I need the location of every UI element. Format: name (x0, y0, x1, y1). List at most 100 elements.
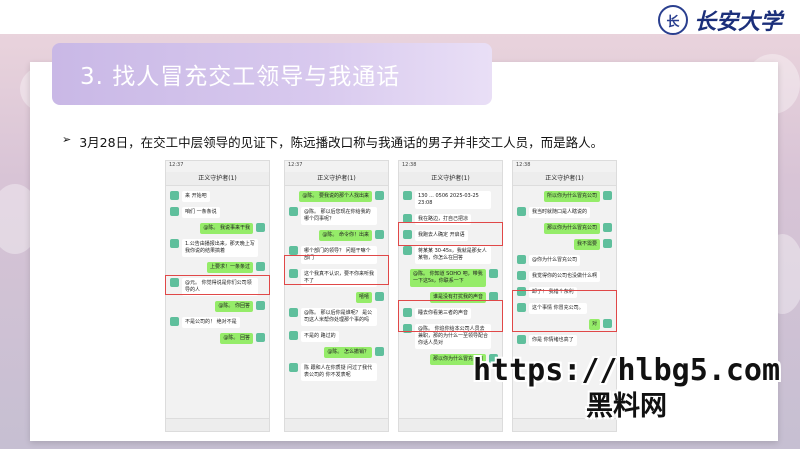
message-bubble: 不是的 路过的 (301, 331, 339, 342)
slide-title: 3. 找人冒充交工领导与我通话 (80, 64, 401, 90)
chat-message: @陈。 要我说的那个人找出来 (289, 191, 384, 202)
status-time: 12:37 (288, 162, 303, 168)
chat-screenshot: 12:37 正义守护者(1) @陈。 要我说的那个人找出来 @陈。 那以后您现在你给我… (284, 160, 389, 432)
avatar (170, 207, 179, 216)
chat-title: 正义守护者(1) (513, 172, 616, 186)
chat-message: 所以你为什么冒充公司 (517, 191, 612, 202)
header-bar: 长 长安大学 (0, 0, 800, 36)
university-seal-icon: 长 (657, 5, 688, 35)
message-bubble: 上要求！一条条过 (206, 262, 253, 273)
chat-title: 正义守护者(1) (166, 172, 269, 186)
avatar (170, 239, 179, 248)
highlight-box (284, 255, 389, 285)
avatar (289, 207, 298, 216)
message-bubble: @陈。 那以后您现在你给我的哪个同事呢？ (301, 207, 377, 225)
avatar (489, 269, 498, 278)
message-bubble: @陈。 回答 (220, 333, 253, 344)
message-bubble: 蒋某某 30-45s，我就是那女人某物，你怎么在回答 (415, 246, 491, 264)
message-bubble: 陈 跟和人在你质疑 问过了我代表公司的 你不发表呢 (301, 363, 377, 381)
chat-message: 你是 你情绪也高了 (517, 335, 612, 346)
avatar (170, 191, 179, 200)
chat-message: 不是的 路过的 (289, 331, 384, 342)
highlight-box (398, 222, 503, 246)
chat-message: @陈。 那以后您现在你给我的哪个同事呢？ (289, 207, 384, 225)
message-bubble: 那以你为什么冒充公司 (543, 223, 600, 234)
avatar (375, 191, 384, 200)
avatar (170, 317, 179, 326)
avatar (517, 335, 526, 344)
avatar (403, 246, 412, 255)
chat-title: 正义守护者(1) (285, 172, 388, 186)
message-bubble: 来 开始吧 (182, 191, 210, 202)
message-bubble: @陈。 怎么撤销？ (324, 347, 372, 358)
avatar (289, 308, 298, 317)
status-bar: 12:38 (513, 161, 616, 172)
highlight-box (512, 290, 617, 332)
avatar (517, 207, 526, 216)
message-bubble: @陈。 我说事来干我 (200, 223, 253, 234)
chat-message: @你为什么冒充公司 (517, 255, 612, 266)
chat-message: @陈。 回答 (170, 333, 265, 344)
message-bubble: 咱们 一条条说 (182, 207, 220, 218)
avatar (289, 331, 298, 340)
avatar (375, 347, 384, 356)
chat-input-bar (166, 418, 269, 431)
avatar (603, 223, 612, 232)
slide-title-banner: 3. 找人冒充交工领导与我通话 (52, 43, 492, 105)
avatar (603, 239, 612, 248)
message-bubble: 嘻嘻 (355, 292, 372, 303)
avatar (289, 363, 298, 372)
message-bubble: 所以你为什么冒充公司 (543, 191, 600, 202)
message-bubble: @陈。 要我说的那个人找出来 (299, 191, 372, 202)
avatar (403, 191, 412, 200)
chat-message: 咱们 一条条说 (170, 207, 265, 218)
status-bar: 12:37 (285, 161, 388, 172)
avatar (517, 255, 526, 264)
chat-message: @陈。 命令你！出来 (289, 230, 384, 241)
watermark: https://hlbg5.com 黑料网 (473, 353, 780, 423)
university-name: 长安大学 (693, 9, 782, 35)
status-time: 12:37 (169, 162, 184, 168)
bullet-arrow-icon: ➢ (62, 133, 72, 146)
message-bubble: @陈。 你回答 (215, 301, 253, 312)
avatar (256, 333, 265, 342)
message-bubble: @陈。 你知道 SOHO 吧，带我一下这5s，你联系一下 (410, 269, 486, 287)
avatar (256, 223, 265, 232)
status-time: 12:38 (516, 162, 531, 168)
avatar (517, 271, 526, 280)
chat-message: 蒋某某 30-45s，我就是那女人某物，你怎么在回答 (403, 246, 498, 264)
avatar (375, 292, 384, 301)
watermark-site-name: 黑料网 (585, 391, 667, 422)
chat-message: 我不需要 (517, 239, 612, 250)
message-bubble: @陈。 命令你！出来 (319, 230, 372, 241)
message-bubble: 你是 你情绪也高了 (529, 335, 577, 346)
status-time: 12:38 (402, 162, 417, 168)
message-bubble: 不是公司的！ 绝对不是 (182, 317, 240, 328)
chat-message: 来 开始吧 (170, 191, 265, 202)
message-bubble: 1.公告由播报出来，那天晚上写我你说的结果搞着 (182, 239, 258, 257)
highlight-box (398, 300, 503, 332)
chat-message: 不是公司的！ 绝对不是 (170, 317, 265, 328)
avatar (289, 246, 298, 255)
chat-message: @陈。 我说事来干我 (170, 223, 265, 234)
chat-message: 陈 跟和人在你质疑 问过了我代表公司的 你不发表呢 (289, 363, 384, 381)
chat-message: 我当时就随口是人瞎说的 (517, 207, 612, 218)
avatar (603, 191, 612, 200)
bullet-text: 3月28日，在交工中层领导的见证下，陈远播改口称与我通话的男子并非交工人员，而是… (79, 135, 604, 150)
bullet-point: ➢ 3月28日，在交工中层领导的见证下，陈远播改口称与我通话的男子并非交工人员，… (62, 132, 603, 151)
chat-title: 正义守护者(1) (399, 172, 502, 186)
university-logo: 长 长安大学 (657, 4, 782, 36)
chat-message: @陈。 那以后你是谁呢？ 是公司这人米帮你处理那个事的吗 (289, 308, 384, 326)
highlight-box (165, 275, 270, 295)
chat-message: 1.公告由播报出来，那天晚上写我你说的结果搞着 (170, 239, 265, 257)
status-bar: 12:37 (166, 161, 269, 172)
chat-message: @陈。 你知道 SOHO 吧，带我一下这5s，你联系一下 (403, 269, 498, 287)
message-bubble: 我当时就随口是人瞎说的 (529, 207, 591, 218)
message-bubble: 我不需要 (573, 239, 600, 250)
chat-message: 嘻嘻 (289, 292, 384, 303)
message-bubble: @陈。 那以后你是谁呢？ 是公司这人米帮你处理那个事的吗 (301, 308, 377, 326)
chat-message: 上要求！一条条过 (170, 262, 265, 273)
chat-input-bar (285, 418, 388, 431)
status-bar: 12:38 (399, 161, 502, 172)
chat-message: @陈。 怎么撤销？ (289, 347, 384, 358)
